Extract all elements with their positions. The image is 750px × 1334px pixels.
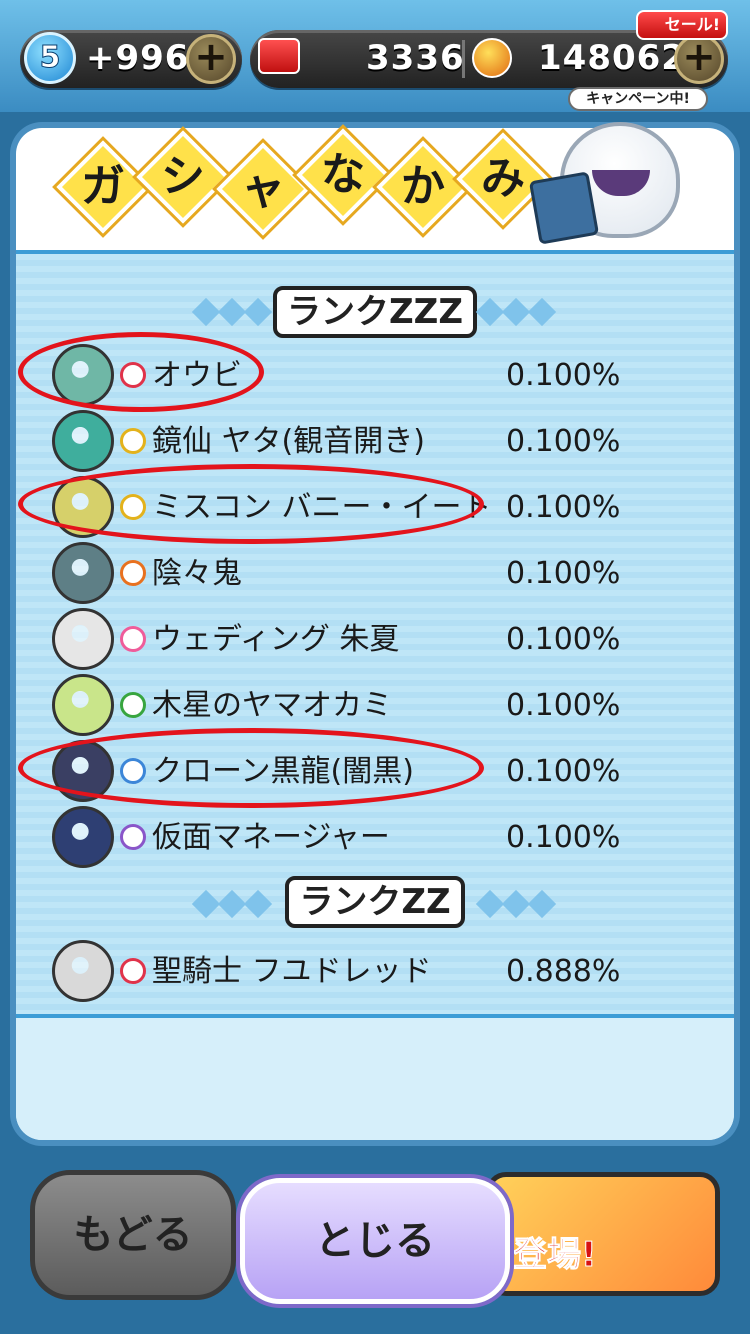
drop-rate: 0.100%	[506, 358, 621, 393]
yokai-name: 聖騎士 フユドレッド	[152, 954, 432, 989]
stamina-count: +996	[86, 38, 190, 78]
rank-zzz-label: ランクZZZ	[273, 286, 477, 338]
book-icon	[528, 171, 600, 245]
list-item[interactable]: 木星のヤマオカミ 0.100%	[0, 674, 718, 736]
yokai-name: 木星のヤマオカミ	[152, 688, 392, 723]
yokai-avatar	[52, 410, 114, 472]
drop-rate: 0.100%	[506, 754, 621, 789]
divider	[462, 40, 465, 78]
list-item[interactable]: 聖騎士 フユドレッド 0.888%	[0, 940, 718, 1002]
yokai-avatar	[52, 806, 114, 868]
tribe-icon	[120, 626, 146, 652]
title-char: か	[401, 161, 445, 212]
tribe-icon	[120, 824, 146, 850]
list-item[interactable]: 鏡仙 ヤタ(観音開き) 0.100%	[0, 410, 718, 472]
yokai-name: 仮面マネージャー	[152, 820, 390, 855]
list-footer	[16, 1014, 734, 1140]
yokai-name: 陰々鬼	[152, 556, 242, 591]
banner-text: 登場!	[513, 1235, 598, 1276]
back-button[interactable]: もどる	[30, 1170, 236, 1300]
yokai-avatar	[52, 608, 114, 670]
yokai-name: ウェディング 朱夏	[152, 622, 400, 657]
drop-rate: 0.100%	[506, 556, 621, 591]
highlight-circle	[18, 728, 484, 808]
coin-icon	[472, 38, 512, 78]
highlight-circle	[18, 464, 484, 544]
status-bar: 5 +996 + 3336 148062 + セール! キャンペーン中!	[0, 0, 750, 112]
yokai-avatar	[52, 940, 114, 1002]
close-button[interactable]: とじる	[240, 1178, 510, 1304]
tribe-icon	[120, 560, 146, 586]
coin-count: 148062	[538, 38, 686, 78]
drop-rate: 0.888%	[506, 954, 621, 989]
title-char: シ	[161, 151, 205, 202]
tribe-icon	[120, 428, 146, 454]
drop-rate: 0.100%	[506, 688, 621, 723]
list-item[interactable]: 仮面マネージャー 0.100%	[0, 806, 718, 868]
rank-zz-label: ランクZZ	[285, 876, 465, 928]
event-banner[interactable]: 登場!	[486, 1172, 720, 1296]
y-money-count: 3336	[366, 38, 465, 78]
drop-rate: 0.100%	[506, 622, 621, 657]
yokai-avatar	[52, 542, 114, 604]
drop-rate: 0.100%	[506, 820, 621, 855]
level-badge: 5	[24, 32, 76, 84]
drop-rate: 0.100%	[506, 424, 621, 459]
title-char: ャ	[241, 163, 285, 214]
list-item[interactable]: ウェディング 朱夏 0.100%	[0, 608, 718, 670]
y-money-icon	[258, 38, 300, 74]
title-char: な	[321, 149, 365, 200]
highlight-circle	[18, 332, 264, 412]
sale-badge[interactable]: セール!	[636, 10, 728, 40]
drop-rate: 0.100%	[506, 490, 621, 525]
add-stamina-button[interactable]: +	[186, 34, 236, 84]
add-currency-button[interactable]: +	[674, 34, 724, 84]
title-char: ガ	[81, 161, 125, 212]
tribe-icon	[120, 958, 146, 984]
yokai-avatar	[52, 674, 114, 736]
rank-zz-header: ランクZZ	[16, 872, 734, 932]
list-item[interactable]: 陰々鬼 0.100%	[0, 542, 718, 604]
title-char: み	[481, 153, 525, 204]
campaign-badge: キャンペーン中!	[568, 87, 708, 111]
tribe-icon	[120, 692, 146, 718]
yokai-name: 鏡仙 ヤタ(観音開き)	[152, 424, 425, 459]
